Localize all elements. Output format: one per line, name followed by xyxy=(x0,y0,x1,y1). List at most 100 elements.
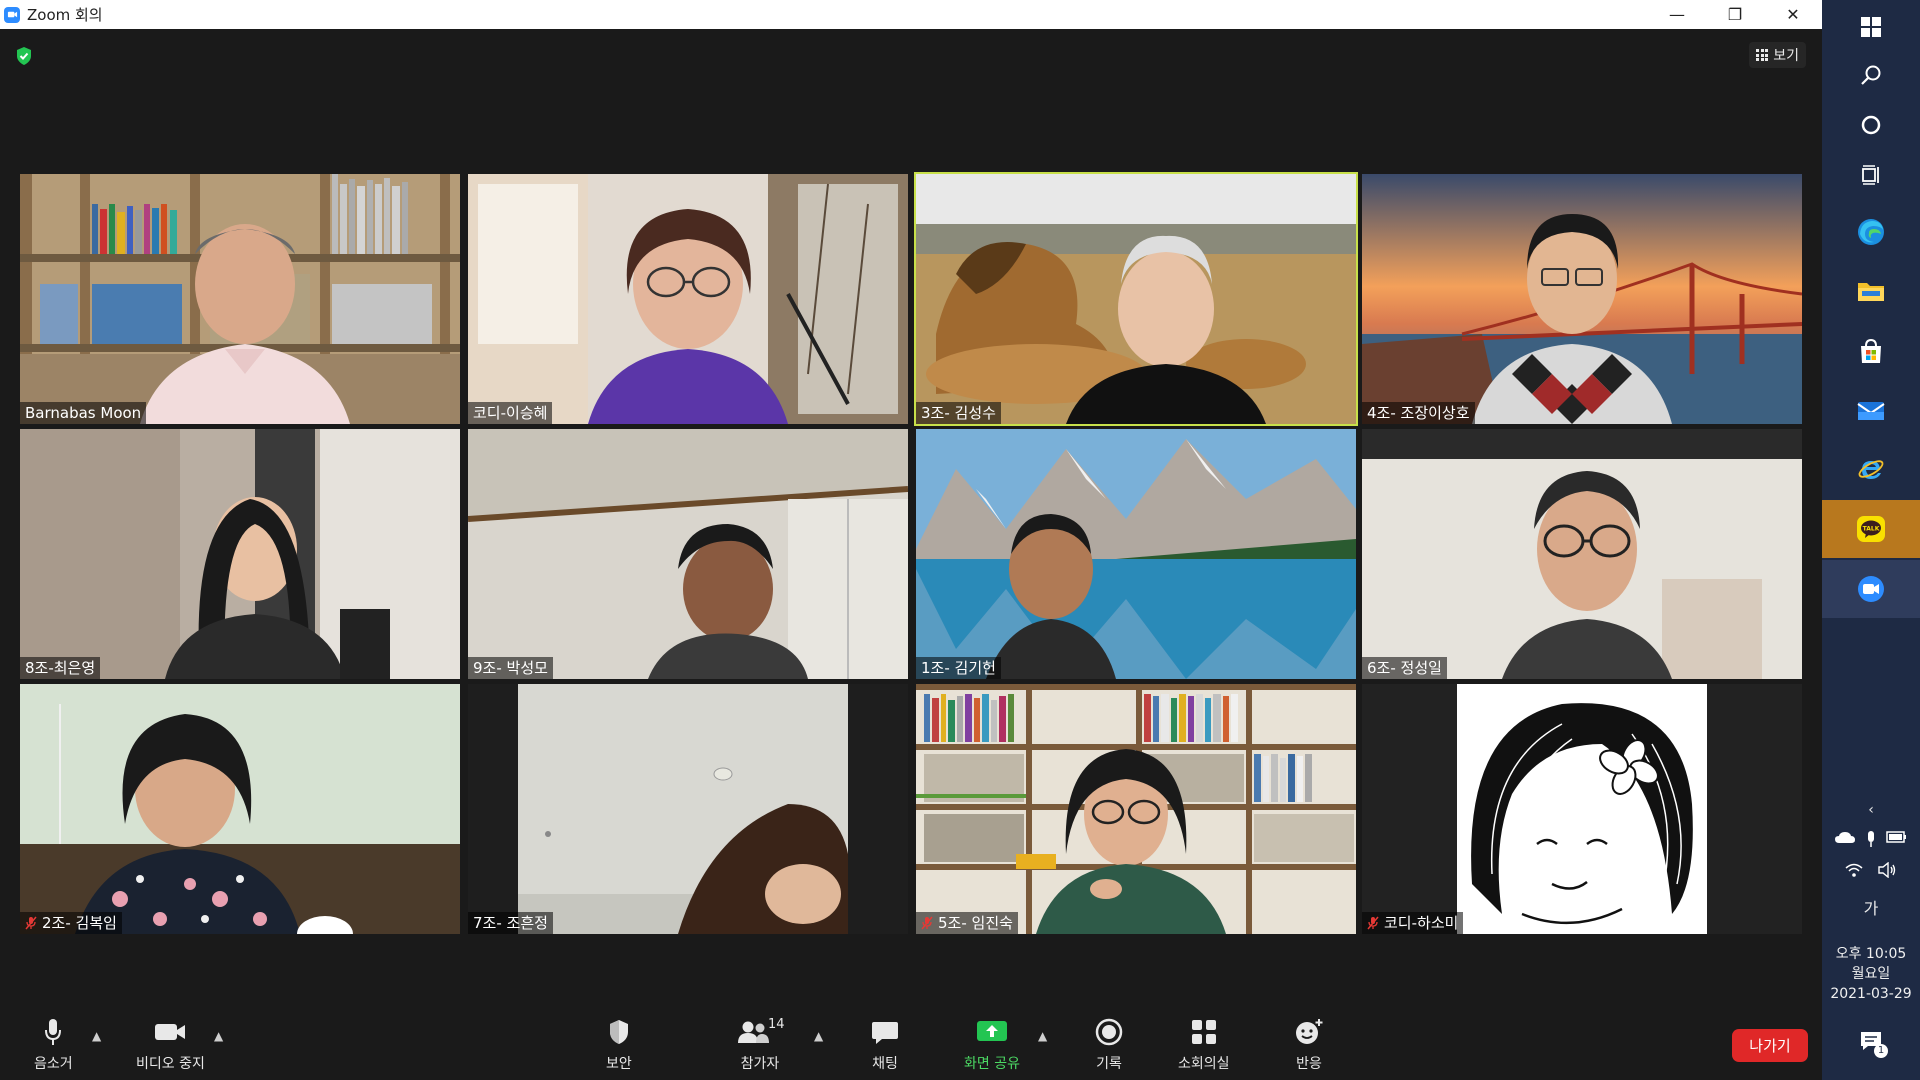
video-tile[interactable]: 9조- 박성모 xyxy=(468,429,908,679)
windows-taskbar: TALK ‹ 가 오후 10:05 월요일 2021-03-29 1 xyxy=(1822,0,1920,1080)
mail-envelope-icon xyxy=(1857,402,1885,420)
kakaotalk-app[interactable]: TALK xyxy=(1822,500,1920,558)
video-feed xyxy=(916,684,1356,934)
participant-name: 5조- 임진숙 xyxy=(938,914,1013,932)
clock-day: 월요일 xyxy=(1851,966,1891,982)
clock-date: 2021-03-29 xyxy=(1830,986,1912,1002)
encryption-shield-icon[interactable] xyxy=(15,46,33,66)
mail-app[interactable] xyxy=(1822,384,1920,438)
video-options-chevron-up-icon[interactable]: ▲ xyxy=(214,1029,223,1043)
mic-muted-icon xyxy=(1367,916,1379,930)
participant-name-tag: 5조- 임진숙 xyxy=(916,912,1018,934)
security-button[interactable]: 보안 xyxy=(606,1015,632,1073)
ime-indicator[interactable]: 가 xyxy=(1822,895,1920,919)
store-bag-icon xyxy=(1861,338,1881,363)
video-tile[interactable]: 코디-이승혜 xyxy=(468,174,908,424)
video-tile[interactable]: 코디-하소미 xyxy=(1362,684,1802,934)
participant-name: 3조- 김성수 xyxy=(921,404,996,422)
video-tile[interactable]: 5조- 임진숙 xyxy=(916,684,1356,934)
speaker-volume-icon[interactable] xyxy=(1877,862,1897,878)
microphone-tray-icon[interactable] xyxy=(1865,830,1877,848)
breakout-rooms-label: 소회의실 xyxy=(1178,1056,1230,1072)
participant-name-tag: 6조- 정성일 xyxy=(1362,657,1447,679)
view-button[interactable]: 보기 xyxy=(1749,42,1806,68)
search-icon xyxy=(1861,65,1881,85)
battery-icon[interactable] xyxy=(1885,830,1908,844)
meeting-area: 보기 Barnabas Moon 코디-이승혜 3조- 김성수 4조- 조장이상… xyxy=(0,29,1822,1007)
video-feed xyxy=(20,429,460,679)
minimize-button[interactable]: — xyxy=(1648,0,1706,29)
participants-icon xyxy=(738,1021,769,1043)
view-label: 보기 xyxy=(1773,48,1799,64)
mic-muted-icon xyxy=(25,916,37,930)
start-button[interactable] xyxy=(1822,0,1920,54)
cortana-button[interactable] xyxy=(1822,98,1920,152)
breakout-rooms-button[interactable]: 소회의실 xyxy=(1178,1015,1230,1073)
participant-name-tag: 7조- 조흔정 xyxy=(468,912,553,934)
show-hidden-icons-button[interactable]: ‹ xyxy=(1822,802,1920,818)
clock-time: 오후 10:05 xyxy=(1835,946,1907,962)
record-label: 기록 xyxy=(1096,1056,1122,1072)
security-shield-icon xyxy=(609,1020,628,1044)
participant-name: 9조- 박성모 xyxy=(473,659,548,677)
participant-name: 코디-하소미 xyxy=(1384,914,1459,932)
search-button[interactable] xyxy=(1822,48,1920,102)
onedrive-cloud-icon[interactable] xyxy=(1834,830,1856,844)
share-options-chevron-up-icon[interactable]: ▲ xyxy=(1038,1029,1047,1043)
grid-view-icon xyxy=(1756,49,1769,61)
kakaotalk-icon: TALK xyxy=(1857,516,1885,542)
video-tile[interactable]: 6조- 정성일 xyxy=(1362,429,1802,679)
share-screen-button[interactable]: 화면 공유 xyxy=(964,1015,1020,1073)
zoom-taskbar-app[interactable] xyxy=(1822,560,1920,618)
video-feed xyxy=(1362,174,1802,424)
participant-name-tag: 4조- 조장이상호 xyxy=(1362,402,1475,424)
edge-app[interactable] xyxy=(1822,205,1920,259)
video-feed xyxy=(916,174,1356,424)
participant-name-tag: Barnabas Moon xyxy=(20,402,147,424)
file-explorer-app[interactable] xyxy=(1822,264,1920,318)
participant-name: 4조- 조장이상호 xyxy=(1367,404,1470,422)
zoom-video-icon xyxy=(1858,576,1884,602)
video-tile-active-speaker[interactable]: 3조- 김성수 xyxy=(914,172,1358,426)
video-tile[interactable]: 4조- 조장이상호 xyxy=(1362,174,1802,424)
video-tile[interactable]: 8조-최은영 xyxy=(20,429,460,679)
action-center-button[interactable]: 1 xyxy=(1822,1030,1920,1058)
video-feed xyxy=(20,174,460,424)
chat-button[interactable]: 채팅 xyxy=(870,1015,900,1073)
task-view-button[interactable] xyxy=(1822,148,1920,202)
share-screen-icon xyxy=(976,1021,1007,1041)
video-tile[interactable]: 1조- 김기헌 xyxy=(916,429,1356,679)
internet-explorer-app[interactable] xyxy=(1822,442,1920,496)
video-tile[interactable]: 7조- 조흔정 xyxy=(468,684,908,934)
record-icon xyxy=(1095,1018,1123,1046)
mute-options-chevron-up-icon[interactable]: ▲ xyxy=(92,1029,101,1043)
reactions-label: 반응 xyxy=(1296,1056,1322,1072)
record-button[interactable]: 기록 xyxy=(1095,1015,1123,1073)
windows-logo-icon xyxy=(1861,17,1881,37)
zoom-app-icon xyxy=(4,6,20,23)
leave-meeting-button[interactable]: 나가기 xyxy=(1732,1029,1808,1062)
video-tile[interactable]: Barnabas Moon xyxy=(20,174,460,424)
video-feed xyxy=(1362,684,1802,934)
participant-name: 6조- 정성일 xyxy=(1367,659,1442,677)
video-tile[interactable]: 2조- 김복임 xyxy=(20,684,460,934)
close-icon: ✕ xyxy=(1786,5,1800,24)
chat-label: 채팅 xyxy=(872,1056,898,1072)
chevron-left-icon: ‹ xyxy=(1868,802,1874,818)
stop-video-button[interactable]: 비디오 중지 xyxy=(136,1015,205,1073)
participant-name-tag: 1조- 김기헌 xyxy=(916,657,1001,679)
restore-button[interactable]: ❐ xyxy=(1706,0,1764,29)
microsoft-store-app[interactable] xyxy=(1822,324,1920,378)
video-feed xyxy=(1362,429,1802,679)
reactions-button[interactable]: 반응 xyxy=(1294,1015,1324,1073)
title-bar: Zoom 회의 — ❐ ✕ xyxy=(0,0,1822,29)
smiley-plus-icon xyxy=(1296,1019,1323,1044)
participant-count: 14 xyxy=(768,1017,785,1032)
participants-button[interactable]: 14 참가자 xyxy=(730,1015,790,1073)
close-button[interactable]: ✕ xyxy=(1764,0,1822,29)
participants-options-chevron-up-icon[interactable]: ▲ xyxy=(814,1029,823,1043)
video-feed xyxy=(20,684,460,934)
mute-button[interactable]: 음소거 xyxy=(34,1015,73,1073)
clock[interactable]: 오후 10:05 월요일 2021-03-29 xyxy=(1822,944,1920,1004)
wifi-icon[interactable] xyxy=(1845,862,1863,878)
